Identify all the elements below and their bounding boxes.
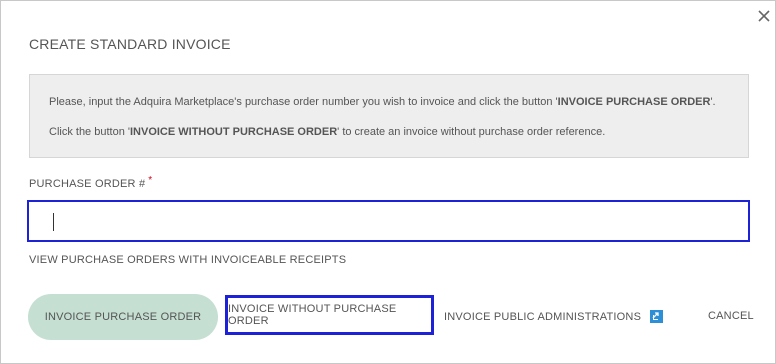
info-line-1-suffix: '.: [710, 96, 716, 108]
required-mark: *: [148, 175, 153, 186]
info-line-2: Click the button 'INVOICE WITHOUT PURCHA…: [49, 126, 605, 138]
create-invoice-dialog: CREATE STANDARD INVOICE Please, input th…: [0, 0, 776, 364]
purchase-order-label: PURCHASE ORDER # *: [29, 175, 153, 190]
purchase-order-label-text: PURCHASE ORDER #: [29, 178, 146, 190]
dialog-title: CREATE STANDARD INVOICE: [29, 36, 231, 52]
purchase-order-input[interactable]: [27, 200, 750, 242]
info-line-2-suffix: ' to create an invoice without purchase …: [337, 126, 606, 138]
invoice-public-administrations-button[interactable]: INVOICE PUBLIC ADMINISTRATIONS: [444, 310, 664, 323]
invoice-without-purchase-order-button[interactable]: INVOICE WITHOUT PURCHASE ORDER: [225, 295, 434, 335]
close-icon[interactable]: [755, 7, 773, 25]
external-link-icon: [650, 310, 664, 323]
view-invoiceable-receipts-link[interactable]: VIEW PURCHASE ORDERS WITH INVOICEABLE RE…: [29, 254, 346, 266]
invoice-public-administrations-label: INVOICE PUBLIC ADMINISTRATIONS: [444, 310, 642, 323]
info-line-1: Please, input the Adquira Marketplace's …: [49, 96, 716, 108]
info-line-1-bold: INVOICE PURCHASE ORDER: [557, 96, 711, 108]
info-line-2-bold: INVOICE WITHOUT PURCHASE ORDER: [129, 126, 338, 138]
cancel-button[interactable]: CANCEL: [708, 310, 754, 322]
info-line-1-prefix: Please, input the Adquira Marketplace's …: [49, 96, 558, 108]
info-box: Please, input the Adquira Marketplace's …: [29, 74, 749, 158]
text-caret: [53, 213, 54, 231]
info-line-2-prefix: Click the button ': [49, 126, 130, 138]
invoice-purchase-order-button[interactable]: INVOICE PURCHASE ORDER: [28, 294, 218, 340]
